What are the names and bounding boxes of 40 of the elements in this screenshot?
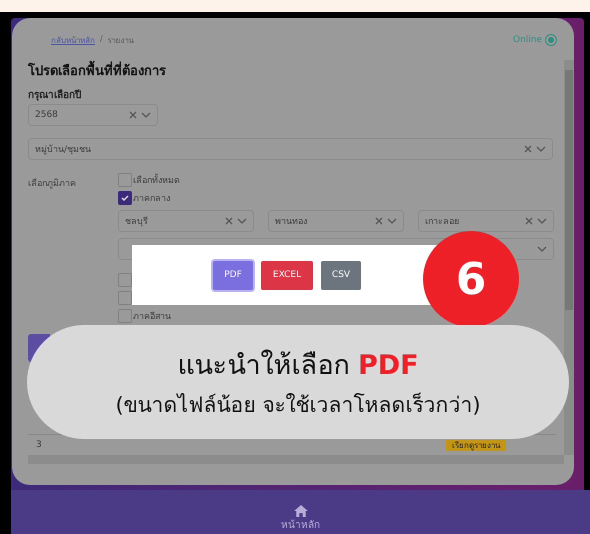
view-report-button[interactable]: เรียกดูรายงาน bbox=[446, 440, 506, 450]
home-icon bbox=[294, 505, 308, 517]
location-select[interactable]: เกาะลอย bbox=[418, 210, 554, 232]
region-label: เลือกภูมิภาค bbox=[28, 178, 77, 191]
breadcrumb-separator: / bbox=[100, 34, 103, 44]
region-option-label: ภาคอีสาน bbox=[133, 310, 171, 323]
clear-icon[interactable] bbox=[524, 145, 532, 153]
chevron-down-icon[interactable] bbox=[237, 217, 247, 225]
clear-icon[interactable] bbox=[525, 217, 533, 225]
status-label: Online bbox=[512, 35, 542, 45]
home-nav-item[interactable]: หน้าหลัก bbox=[281, 505, 320, 534]
chevron-down-icon[interactable] bbox=[536, 145, 546, 153]
location-select[interactable]: ชลบุรี bbox=[118, 210, 254, 232]
chevron-down-icon[interactable] bbox=[141, 111, 151, 119]
clear-icon[interactable] bbox=[129, 111, 137, 119]
year-label: กรุณาเลือกปี bbox=[28, 88, 82, 102]
breadcrumb-current: รายงาน bbox=[108, 34, 134, 46]
chevron-down-icon[interactable] bbox=[537, 245, 547, 253]
tip-heading: แนะนำให้เลือก PDF bbox=[177, 348, 419, 383]
tip-note: (ขนาดไฟล์น้อย จะใช้เวลาโหลดเร็วกว่า) bbox=[115, 392, 481, 419]
export-button[interactable]: PDF bbox=[213, 260, 253, 290]
export-button[interactable]: EXCEL bbox=[261, 260, 313, 290]
chevron-down-icon[interactable] bbox=[537, 217, 547, 225]
back-home-link[interactable]: กลับหน้าหลัก bbox=[51, 34, 95, 46]
year-select[interactable]: 2568 bbox=[28, 104, 158, 126]
chevron-down-icon[interactable] bbox=[387, 217, 397, 225]
check-icon bbox=[120, 193, 130, 203]
clear-icon[interactable] bbox=[225, 217, 233, 225]
region-checkbox[interactable] bbox=[118, 173, 132, 187]
region-checkbox[interactable] bbox=[118, 191, 132, 205]
region-option-label: เลือกทั้งหมด bbox=[133, 173, 180, 187]
vertical-scrollbar[interactable] bbox=[564, 60, 574, 455]
location-select[interactable]: พานทอง bbox=[268, 210, 404, 232]
area-select[interactable]: หมู่บ้าน/ชุมชน bbox=[28, 138, 553, 160]
clear-icon[interactable] bbox=[375, 217, 383, 225]
section-title: โปรดเลือกพื้นที่ที่ต้องการ bbox=[28, 60, 556, 81]
row-number: 3 bbox=[35, 440, 43, 450]
export-button[interactable]: CSV bbox=[321, 260, 361, 290]
region-checkbox[interactable] bbox=[118, 309, 132, 323]
region-option-label: ภาคกลาง bbox=[133, 193, 170, 205]
